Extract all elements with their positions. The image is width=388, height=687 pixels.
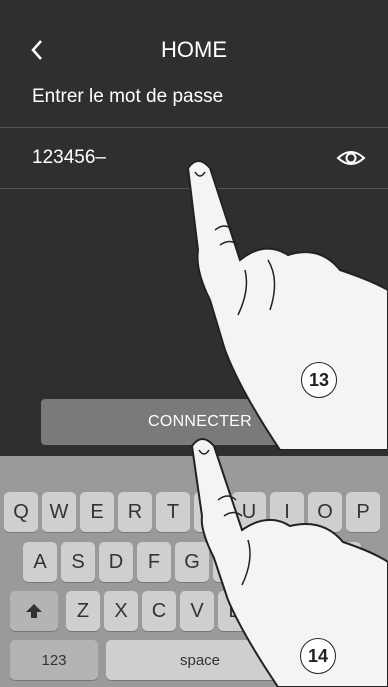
key-y[interactable]: Y — [194, 492, 228, 532]
key-d[interactable]: D — [99, 542, 133, 582]
key-i[interactable]: I — [270, 492, 304, 532]
key-t[interactable]: T — [156, 492, 190, 532]
key-l[interactable]: L — [327, 542, 361, 582]
key-q[interactable]: Q — [4, 492, 38, 532]
key-w[interactable]: W — [42, 492, 76, 532]
key-j[interactable]: J — [251, 542, 285, 582]
key-c[interactable]: C — [142, 591, 176, 631]
eye-icon[interactable] — [336, 148, 366, 168]
password-field[interactable]: 123456– — [32, 140, 366, 176]
key-g[interactable]: G — [175, 542, 209, 582]
top-bar: HOME — [0, 28, 388, 72]
step-callout-14: 14 — [300, 638, 336, 674]
connect-button[interactable]: CONNECTER — [41, 399, 359, 445]
shift-key[interactable] — [10, 591, 58, 631]
password-value[interactable]: 123456– — [32, 147, 106, 169]
key-z[interactable]: Z — [66, 591, 100, 631]
space-key[interactable]: space — [106, 640, 294, 680]
key-n[interactable]: N — [256, 591, 290, 631]
key-p[interactable]: P — [346, 492, 380, 532]
key-v[interactable]: V — [180, 591, 214, 631]
key-u[interactable]: U — [232, 492, 266, 532]
key-s[interactable]: S — [61, 542, 95, 582]
key-k[interactable]: K — [289, 542, 323, 582]
key-x[interactable]: X — [104, 591, 138, 631]
key-b[interactable]: B — [218, 591, 252, 631]
key-m[interactable]: M — [294, 591, 328, 631]
key-a[interactable]: A — [23, 542, 57, 582]
shift-arrow-icon — [26, 604, 42, 618]
password-prompt: Entrer le mot de passe — [32, 86, 224, 107]
key-e[interactable]: E — [80, 492, 114, 532]
step-callout-13: 13 — [301, 362, 337, 398]
key-o[interactable]: O — [308, 492, 342, 532]
page-title: HOME — [161, 37, 227, 62]
divider — [0, 127, 388, 128]
key-f[interactable]: F — [137, 542, 171, 582]
backspace-icon — [345, 603, 368, 619]
numbers-key[interactable]: 123 — [10, 640, 98, 680]
key-r[interactable]: R — [118, 492, 152, 532]
key-h[interactable]: H — [213, 542, 247, 582]
backspace-key[interactable] — [333, 591, 381, 631]
divider — [0, 188, 388, 189]
